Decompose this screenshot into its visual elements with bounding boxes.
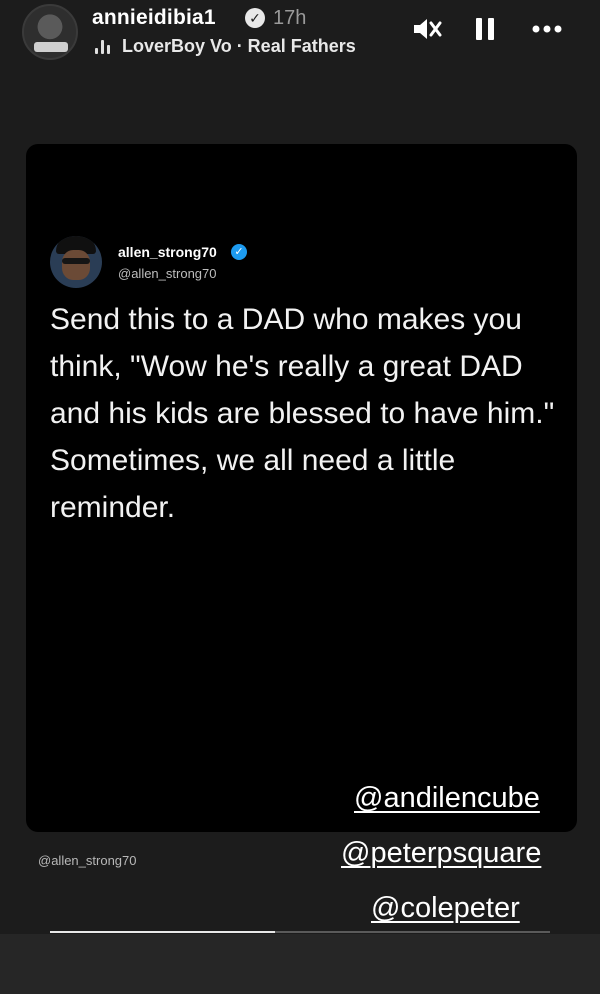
story-progress-fill (50, 931, 275, 933)
mention-sticker-andilencube[interactable]: @andilencube (354, 782, 540, 815)
tweet-author-name: allen_strong70 (118, 244, 217, 260)
bottom-bar (0, 934, 600, 994)
more-icon[interactable] (528, 14, 564, 44)
music-bars-icon (95, 40, 113, 54)
watermark-handle: @allen_strong70 (38, 853, 137, 868)
tweet-verified-icon: ✓ (231, 244, 247, 260)
tweet-author-handle: @allen_strong70 (118, 266, 217, 281)
story-header: annieidibia1 ✓ 17h LoverBoy Vo · Real Fa… (0, 0, 600, 70)
avatar[interactable] (22, 4, 78, 60)
story-progress-track (50, 931, 550, 933)
tweet-text: Send this to a DAD who makes you think, … (50, 303, 555, 524)
tweet-avatar (50, 236, 102, 288)
music-label[interactable]: LoverBoy Vo · Real Fathers (122, 36, 356, 57)
username[interactable]: annieidibia1 (92, 6, 216, 30)
mute-icon[interactable] (408, 14, 444, 44)
mention-sticker-colepeter[interactable]: @colepeter (371, 892, 520, 925)
verified-icon: ✓ (245, 8, 265, 28)
post-card: allen_strong70 ✓ @allen_strong70 Send th… (26, 144, 577, 832)
mention-sticker-peterpsquare[interactable]: @peterpsquare (341, 837, 541, 870)
timestamp: 17h (273, 7, 307, 29)
pause-icon[interactable] (468, 14, 504, 44)
